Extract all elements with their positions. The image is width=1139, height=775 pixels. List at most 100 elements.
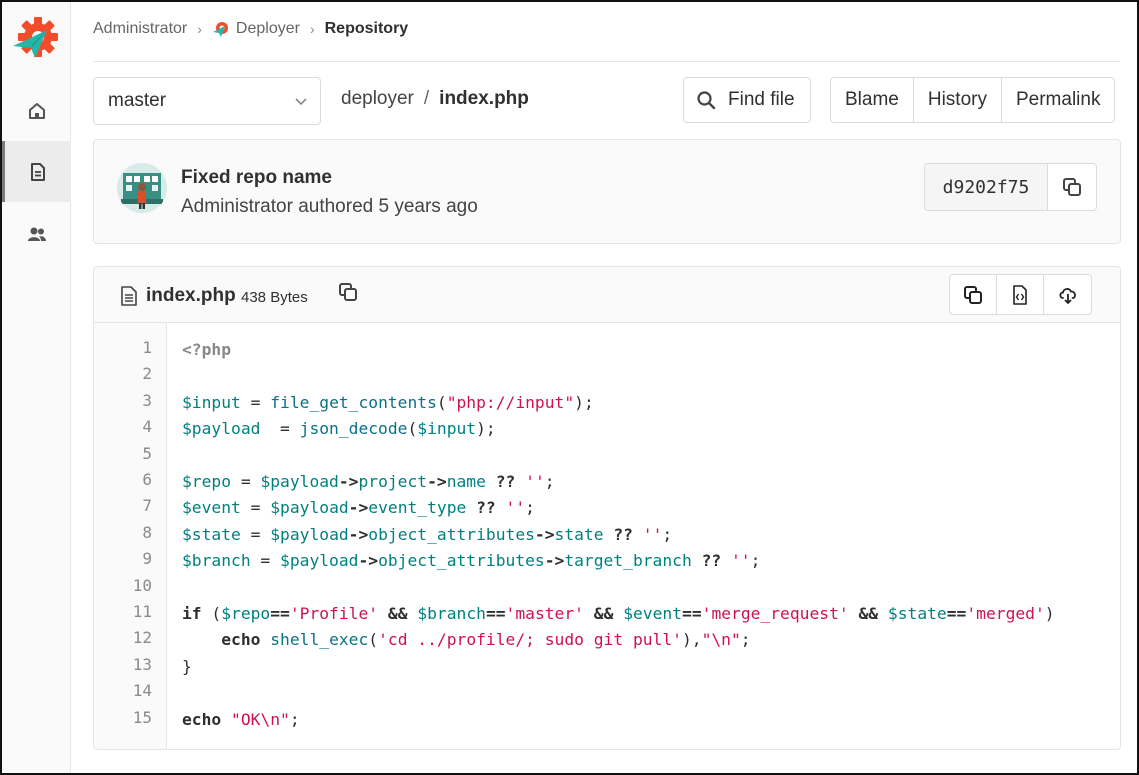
code-token: $branch [182, 551, 251, 571]
copy-sha-button[interactable] [1048, 164, 1096, 210]
nav-home[interactable] [2, 80, 71, 141]
line-number[interactable]: 10 [133, 576, 152, 595]
open-raw-button[interactable] [997, 275, 1044, 314]
code-token: -> [348, 524, 369, 544]
code-token: $input [417, 419, 477, 439]
branch-select[interactable]: master [93, 77, 321, 125]
copy-file-path-icon[interactable] [338, 282, 358, 302]
code-token: = [240, 524, 271, 544]
line-number[interactable]: 14 [133, 681, 152, 700]
commit-sha[interactable]: d9202f75 [925, 164, 1048, 210]
code-token: target_branch [564, 551, 692, 571]
find-file-button[interactable]: Find file [683, 77, 811, 123]
code-token: "php://input" [446, 392, 575, 412]
code-token: == [682, 604, 702, 623]
breadcrumb-administrator[interactable]: Administrator [93, 20, 187, 38]
path-file-name[interactable]: index.php [439, 88, 529, 110]
code-token: ); [574, 392, 594, 412]
code-token: == [270, 604, 290, 623]
line-number[interactable]: 2 [142, 364, 152, 383]
code-token: shell_exec [270, 630, 369, 650]
breadcrumb-repository[interactable]: Repository [325, 20, 409, 38]
code-token: = [231, 472, 261, 491]
code-line: echo "OK\n"; [182, 710, 300, 729]
path-project-link[interactable]: deployer [341, 88, 414, 110]
commit-author-meta: Administrator authored 5 years ago [181, 196, 478, 217]
code-token: object_attributes [378, 551, 545, 571]
find-file-label: Find file [728, 89, 795, 110]
line-number[interactable]: 8 [142, 523, 152, 542]
code-token: "\n" [701, 630, 741, 650]
code-token: file_get_contents [270, 392, 437, 412]
app-logo[interactable] [11, 12, 63, 64]
code-line: $payload = json_decode($input); [182, 419, 496, 438]
download-button[interactable] [1044, 275, 1091, 314]
code-token: $repo [221, 604, 271, 623]
users-icon [27, 227, 46, 241]
code-token: -> [338, 472, 359, 491]
code-token: '' [642, 524, 663, 544]
code-area: 1 2 3 4 5 6 7 8 9 10 11 12 13 14 15 <?php $input = file… [94, 323, 1120, 749]
breadcrumb-deployer[interactable]: Deployer [236, 20, 300, 38]
line-number[interactable]: 13 [133, 655, 152, 674]
chevron-right-icon: › [197, 21, 202, 37]
code-line: } [182, 657, 192, 676]
branch-name: master [108, 90, 167, 111]
code-token: == [485, 604, 506, 623]
code-content: <?php $input = file_get_contents("php://i… [182, 323, 1120, 749]
copy-icon [1063, 178, 1081, 196]
line-number[interactable]: 7 [142, 496, 152, 515]
code-token: ; [544, 472, 555, 491]
line-number[interactable]: 1 [142, 338, 152, 357]
line-number[interactable]: 5 [142, 444, 152, 463]
permalink-button[interactable]: Permalink [1001, 78, 1115, 122]
code-token: == [946, 604, 967, 623]
code-token: json_decode [299, 419, 408, 439]
nav-repository[interactable] [2, 141, 71, 202]
file-icon [121, 286, 137, 306]
path-separator: / [423, 88, 430, 109]
code-token: -> [358, 551, 379, 571]
copy-contents-button[interactable] [950, 275, 997, 314]
code-token: $branch [417, 604, 486, 623]
code-line: echo shell_exec('cd ../profile/; sudo gi… [182, 630, 750, 650]
line-numbers: 1 2 3 4 5 6 7 8 9 10 11 12 13 14 15 [94, 323, 167, 749]
code-token: -> [427, 472, 447, 491]
search-icon [697, 91, 716, 110]
code-token: $repo [182, 472, 232, 491]
commit-title[interactable]: Fixed repo name [181, 167, 332, 189]
blame-button[interactable]: Blame [831, 78, 914, 122]
line-number[interactable]: 6 [142, 470, 152, 489]
code-line: if ($repo=='Profile' && $branch=='master… [182, 604, 1055, 623]
line-number[interactable]: 9 [142, 549, 152, 568]
file-actions-group [949, 274, 1092, 315]
file-path: deployer / index.php [341, 88, 529, 110]
nav-members[interactable] [2, 203, 71, 264]
history-button[interactable]: History [913, 78, 1002, 122]
divider [93, 61, 1120, 62]
file-title: index.php [146, 285, 236, 306]
home-icon [28, 102, 45, 119]
code-token: = [260, 419, 300, 439]
line-number[interactable]: 11 [133, 602, 152, 621]
line-number[interactable]: 15 [133, 708, 152, 727]
code-token: 'merge_request' [701, 604, 849, 623]
line-number[interactable]: 4 [142, 417, 152, 436]
line-number[interactable]: 3 [142, 391, 152, 410]
code-token: 'master' [505, 604, 584, 623]
line-number[interactable]: 12 [133, 628, 152, 647]
code-token: '' [731, 551, 751, 571]
avatar[interactable] [117, 163, 167, 213]
document-icon [31, 162, 45, 181]
code-token: -> [348, 498, 369, 518]
commit-sha-group: d9202f75 [924, 163, 1097, 211]
code-token: = [240, 392, 271, 412]
project-avatar-icon [212, 22, 228, 37]
code-token: name [446, 472, 486, 491]
